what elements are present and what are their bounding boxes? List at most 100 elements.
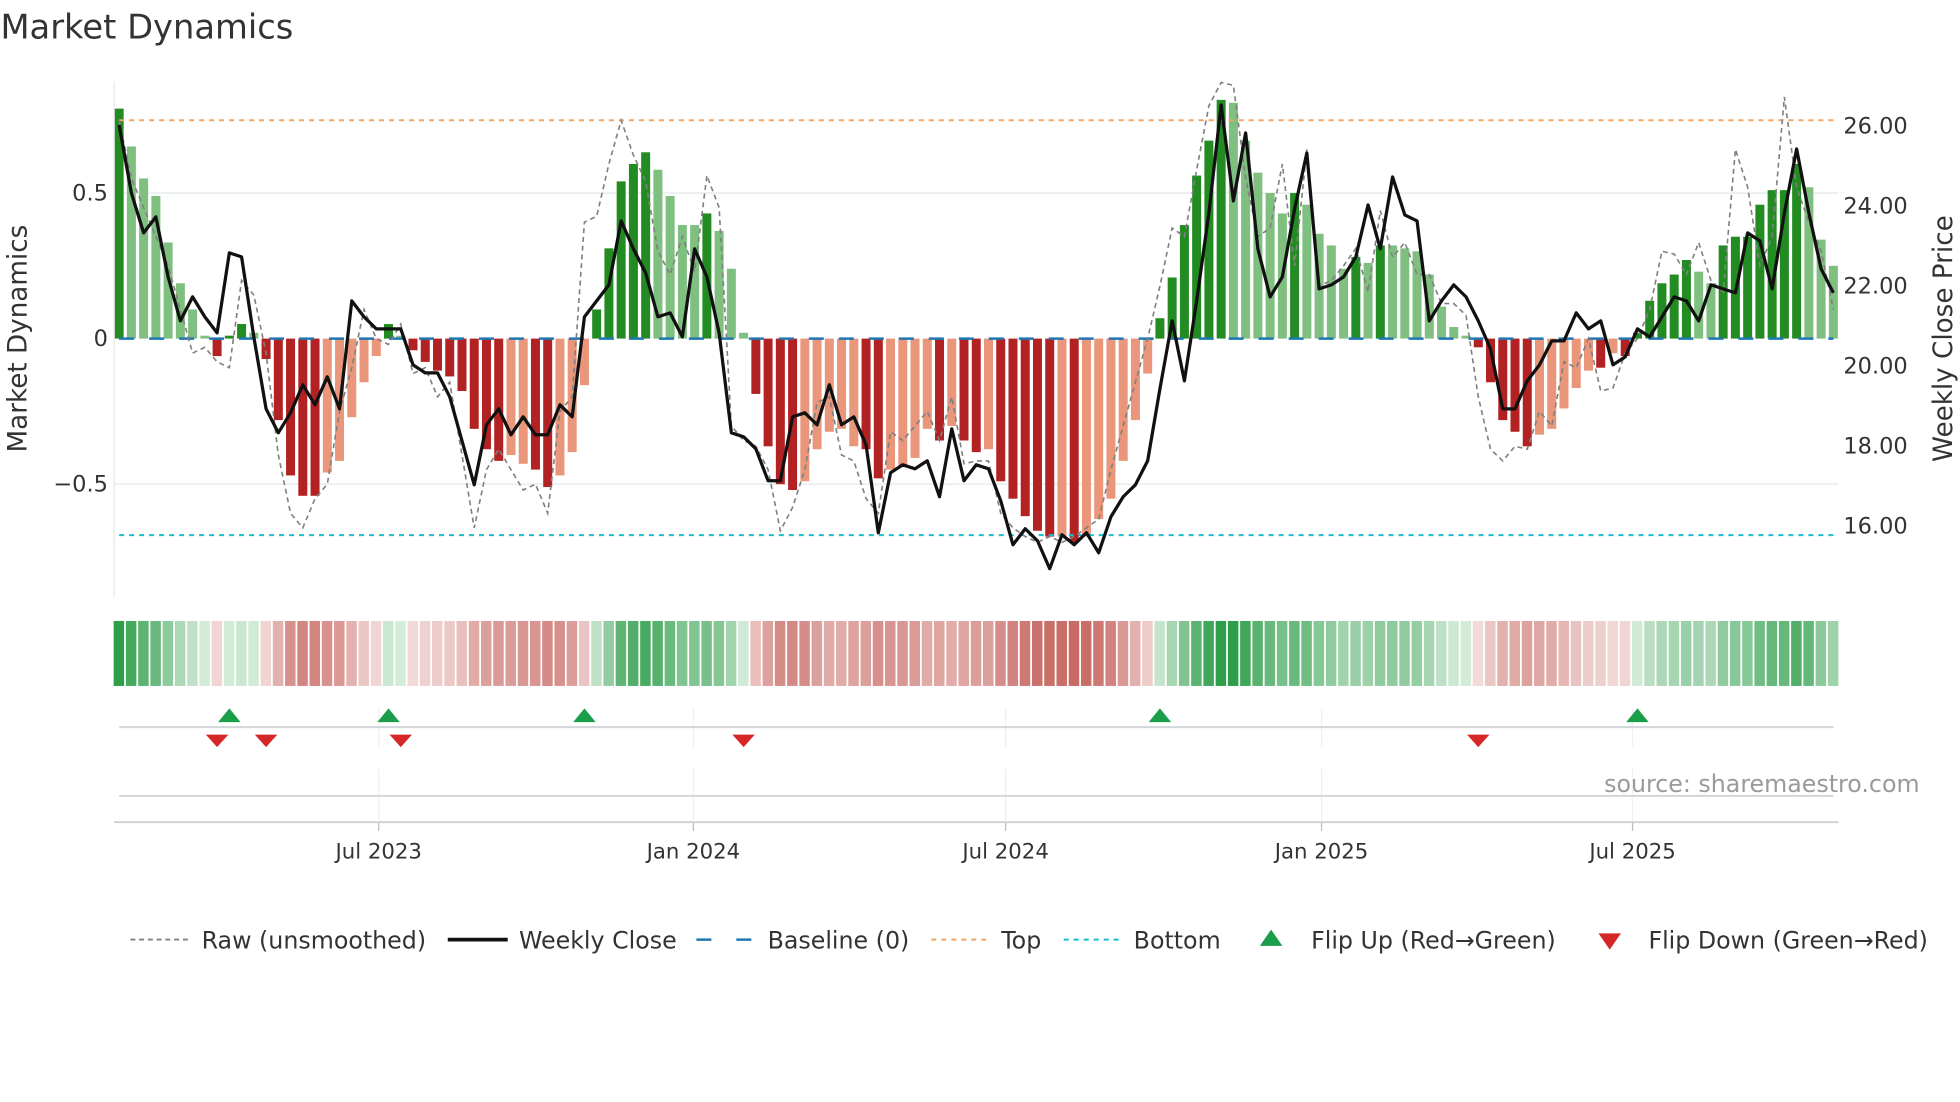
bar-positive: [1228, 102, 1238, 339]
legend-label: Weekly Close: [519, 926, 677, 954]
bar-negative: [751, 338, 761, 394]
heat-cell: [1387, 620, 1398, 686]
heat-cell: [872, 620, 884, 686]
heat-cell: [578, 620, 590, 686]
heat-cell: [787, 620, 798, 686]
bar-negative: [457, 338, 467, 391]
bar-negative: [322, 338, 332, 473]
heat-cell: [297, 620, 308, 686]
heat-cell: [1668, 620, 1680, 686]
bar-negative: [359, 338, 369, 383]
heat-cell: [162, 620, 174, 686]
heat-cell: [1289, 620, 1300, 686]
bar-negative: [1534, 338, 1544, 435]
heat-cell: [1215, 620, 1227, 686]
heat-cell: [113, 620, 125, 686]
bar-positive: [1351, 257, 1361, 339]
heat-cell: [321, 620, 333, 686]
heat-cell: [1019, 620, 1031, 686]
bar-positive: [616, 181, 626, 339]
flip-down-marker: [1467, 734, 1490, 748]
legend-label: Baseline (0): [768, 926, 910, 954]
heat-cell: [1693, 620, 1704, 686]
flip-up-marker: [1148, 708, 1172, 723]
bar-negative: [935, 338, 945, 441]
y2-tick-label: 16.00: [1843, 514, 1907, 540]
heat-cell: [603, 620, 614, 686]
heat-cell: [750, 620, 761, 686]
bar-negative: [971, 338, 981, 453]
heat-cell: [640, 620, 651, 686]
heat-cell: [1570, 620, 1582, 686]
bar-negative: [273, 338, 283, 421]
heat-cell: [934, 620, 945, 686]
heat-cell: [1203, 620, 1214, 686]
heat-cell: [1301, 620, 1312, 686]
heat-cell: [1325, 620, 1337, 686]
bar-negative: [812, 338, 822, 450]
heat-cell: [738, 620, 749, 686]
flip-up-marker: [218, 708, 241, 723]
x-tick-label: Jan 2025: [1273, 839, 1369, 864]
heat-cell: [1485, 620, 1496, 686]
heat-cell: [1497, 620, 1508, 686]
heat-cell: [199, 620, 210, 686]
heat-cell: [383, 620, 394, 686]
bar-negative: [1020, 338, 1030, 517]
heat-cell: [1191, 620, 1202, 686]
heat-cell: [1827, 620, 1839, 686]
heat-cell: [689, 620, 700, 686]
heat-cell: [946, 620, 957, 686]
bar-negative: [506, 338, 516, 456]
bar-negative: [873, 338, 883, 479]
heat-cell: [542, 620, 553, 686]
flip-up-marker: [573, 708, 596, 723]
bar-negative: [518, 338, 528, 464]
heat-cell: [1264, 620, 1276, 686]
legend-label: Bottom: [1134, 926, 1221, 954]
heat-cell: [407, 620, 419, 686]
bar-positive: [592, 309, 602, 339]
heat-cell: [223, 620, 235, 686]
heat-cell: [480, 620, 492, 686]
bar-positive: [1694, 271, 1704, 339]
heat-cell: [982, 620, 994, 686]
y-tick-label: 0: [94, 326, 108, 352]
weekly-close-line: [117, 103, 1835, 571]
heat-cell: [285, 620, 296, 686]
heat-cell: [1350, 620, 1361, 686]
heat-cell: [1803, 620, 1814, 686]
bar-negative: [1106, 338, 1116, 499]
heat-cell: [358, 620, 370, 686]
bar-negative: [1547, 338, 1557, 429]
heat-cell: [836, 620, 847, 686]
y2-tick-label: 18.00: [1843, 434, 1907, 460]
heat-cell: [1791, 620, 1802, 686]
bar-positive: [1179, 225, 1189, 339]
heat-cell: [1533, 620, 1545, 686]
heat-cell: [138, 620, 149, 686]
bar-negative: [1032, 338, 1042, 531]
heat-cell: [848, 620, 859, 686]
bar-negative: [543, 338, 553, 488]
bar-negative: [212, 338, 222, 357]
heat-cell: [627, 620, 639, 686]
heat-cell: [1031, 620, 1043, 686]
bar-negative: [530, 338, 540, 470]
bar-positive: [1326, 245, 1336, 339]
bar-negative: [996, 338, 1006, 482]
heat-cell: [664, 620, 676, 686]
bar-positive: [1437, 306, 1447, 339]
market-dynamics-chart: Market Dynamics 0.5 0 −0.5 26.00 24.00 22.00 2…: [0, 8, 1959, 955]
heat-cell: [309, 620, 321, 686]
flip-down-marker: [389, 734, 413, 748]
bar-positive: [237, 324, 247, 339]
x-tick-label: Jul 2023: [334, 839, 422, 864]
heat-cell: [860, 620, 872, 686]
bar-negative: [494, 338, 504, 461]
heat-cell: [995, 620, 1006, 686]
heat-cell: [1631, 620, 1643, 686]
bar-negative: [445, 338, 455, 377]
heat-cell: [1313, 620, 1325, 686]
heat-cell: [823, 620, 835, 686]
